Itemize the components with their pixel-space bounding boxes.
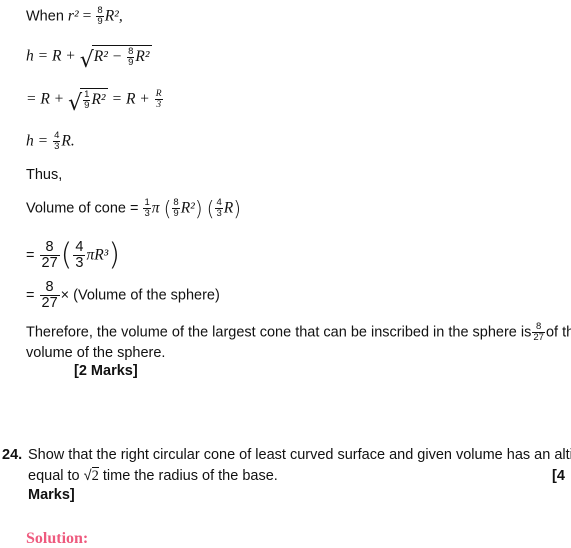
h2-lhs: = R + (26, 90, 65, 108)
step3-tail: × (Volume of the sphere) (60, 287, 220, 304)
volume-label: Volume of cone = (26, 200, 139, 217)
volume-equation: Volume of cone = 13π (8 9 R²) (4 3 R) (26, 196, 242, 221)
h2-mid: = R + (111, 90, 150, 108)
eq-sign: = (26, 287, 35, 304)
question-text-1: Show that the right circular cone of lea… (28, 447, 571, 463)
when-text: When (26, 8, 64, 25)
h-equation-1: h = R + √ R² − 8 9 R² (26, 45, 152, 73)
conclusion-line-2: volume of the sphere. (26, 345, 166, 361)
h3-fraction: 43 (53, 130, 61, 152)
solution-heading: Solution: (26, 530, 89, 547)
radical-icon: √ (83, 468, 92, 484)
h3-rhs: R. (61, 132, 75, 150)
when-lhs: r² (67, 7, 79, 25)
step2-fraction-2: 43 (73, 239, 86, 271)
h3-lhs: h = (26, 132, 49, 150)
open-paren: ( (60, 237, 73, 273)
step3-fraction: 8 27 (39, 279, 60, 311)
close-paren: ) (108, 237, 121, 273)
vol-fraction-2: 89 (172, 197, 180, 219)
h-equation-2: = R + √ 1 9 R² = R + R3 (26, 88, 164, 116)
h2-fraction-2: R3 (154, 89, 163, 110)
open-paren: ( (163, 196, 172, 221)
thus-text: Thus, (26, 167, 63, 183)
vol-fraction-1: 13 (143, 197, 151, 219)
sqrt-expression: √ R² − 8 9 R² (79, 45, 152, 73)
close-paren: ) (233, 196, 242, 221)
volume-step-2: = 8 27(4 3 πR³) (26, 237, 121, 273)
h2-fraction: 19 (83, 89, 91, 111)
step2-fraction-1: 8 27 (39, 239, 60, 271)
conclusion-fraction: 8 27 (532, 321, 545, 343)
question-marks-part1: [4 (552, 468, 565, 484)
h1-lhs: h = R + (26, 47, 76, 65)
question-text-2: equal to √2 time the radius of the base. (28, 467, 278, 484)
close-paren: ) (194, 196, 203, 221)
volume-step-3: = 8 27 × (Volume of the sphere) (26, 280, 220, 311)
when-line: When r² = 8 9 R², (26, 6, 123, 27)
vol-fraction-3: 43 (215, 197, 223, 219)
radical-icon: √ (68, 91, 83, 116)
when-rhs: R², (104, 7, 123, 25)
question-number: 24. (2, 447, 23, 463)
when-eq: = (82, 7, 92, 25)
conclusion-line-1: Therefore, the volume of the largest con… (26, 321, 571, 343)
radical-icon: √ (79, 48, 94, 73)
when-fraction: 89 (96, 5, 104, 27)
marks-label: [2 Marks] (74, 363, 138, 379)
pi-symbol: π (151, 199, 160, 217)
question-marks-part2: Marks] (28, 487, 75, 503)
sqrt-expression: √ 1 9 R² (68, 88, 108, 116)
eq-sign: = (26, 247, 35, 264)
h1-fraction: 89 (127, 46, 135, 68)
sqrt-two: √2 (83, 467, 99, 484)
h-equation-3: h = 4 3 R. (26, 131, 75, 152)
open-paren: ( (206, 196, 215, 221)
